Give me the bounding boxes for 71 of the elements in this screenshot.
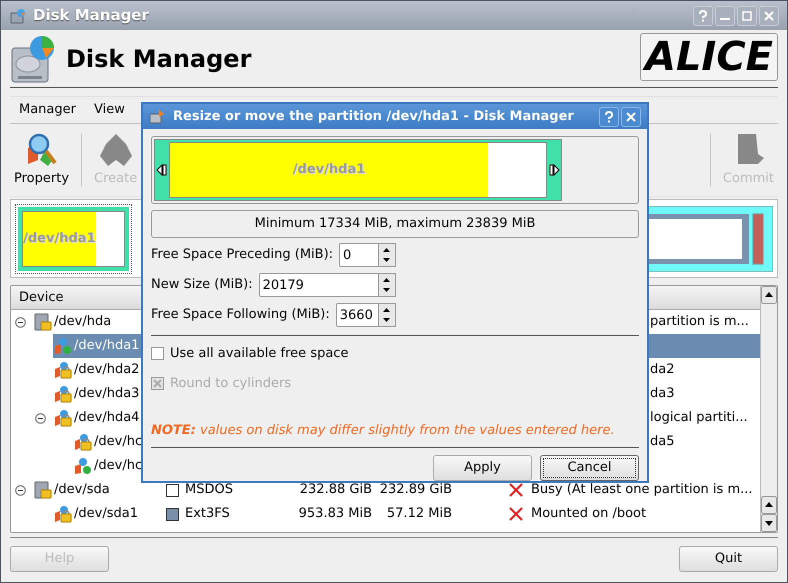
drive-icon	[34, 481, 52, 499]
menu-item[interactable]: View	[92, 100, 126, 119]
device-name[interactable]: /dev/hda4	[74, 408, 140, 428]
close-button[interactable]	[621, 106, 641, 126]
collapse-icon[interactable]	[15, 316, 26, 328]
right-handle-icon[interactable]	[548, 164, 560, 176]
help-button[interactable]	[693, 6, 713, 26]
window-title: Disk Manager	[33, 5, 149, 26]
column-header[interactable]: Device	[11, 288, 72, 308]
cancel-button[interactable]: Cancel	[540, 454, 639, 480]
close-icon	[626, 112, 636, 122]
status-text: Busy (At least one partition is m...	[531, 481, 753, 500]
status-text: da2	[650, 361, 674, 380]
toolbar-button[interactable]: Property	[10, 131, 74, 189]
help-button[interactable]	[599, 106, 619, 126]
disk-icon	[149, 108, 165, 124]
size-text: 232.88 GiB	[298, 481, 372, 500]
status-text: logical partiti...	[650, 409, 748, 428]
spin-arrows[interactable]	[379, 303, 396, 327]
partition-label: /dev/hda1	[23, 230, 96, 248]
close-button[interactable]	[759, 6, 779, 26]
note-text: NOTE: values on disk may differ slightly from the values entered here.	[151, 422, 616, 440]
disk-icon	[9, 6, 27, 24]
spin-arrows[interactable]	[379, 243, 396, 267]
collapse-icon[interactable]	[35, 412, 46, 424]
minimize-icon	[720, 18, 730, 20]
alice-logo: ALICE	[640, 32, 778, 80]
status-text: da5	[650, 433, 674, 452]
device-name[interactable]: /dev/hda2	[74, 360, 140, 380]
field-label: Free Space Preceding (MiB):	[151, 246, 334, 264]
close-icon	[764, 10, 774, 20]
size-text: 953.83 MiB	[298, 505, 372, 524]
collapse-icon[interactable]	[15, 484, 26, 496]
device-name[interactable]: /dev/hda3	[74, 384, 140, 404]
status-text: Mounted on /boot	[531, 505, 646, 524]
device-name[interactable]: /dev/hc	[94, 456, 142, 476]
minimize-button[interactable]	[715, 6, 735, 26]
number-input[interactable]: 20179	[258, 273, 379, 297]
status-text: partition is m...	[650, 313, 749, 332]
scroll-bar[interactable]	[760, 286, 777, 532]
menu-item[interactable]: Manager	[18, 100, 77, 119]
checkbox[interactable]	[151, 347, 164, 360]
status-text: da3	[650, 385, 674, 404]
left-handle-icon[interactable]	[156, 164, 168, 176]
number-input[interactable]: 0	[339, 243, 379, 267]
app-title: Disk Manager	[66, 44, 252, 74]
question-mark-icon	[698, 10, 708, 22]
free-space-block	[96, 212, 124, 266]
maximize-icon	[742, 10, 752, 20]
question-mark-icon	[604, 110, 614, 122]
device-name[interactable]: /dev/sda	[54, 480, 110, 500]
size-limits: Minimum 17334 MiB, maximum 23839 MiB	[151, 210, 639, 238]
used-text: 57.12 MiB	[386, 505, 452, 524]
device-name[interactable]: /dev/sda1	[74, 504, 138, 524]
maximize-button[interactable]	[737, 6, 757, 26]
number-input[interactable]: 3660	[336, 303, 379, 327]
used-text: 232.89 GiB	[378, 481, 452, 500]
checkbox-label[interactable]: Use all available free space	[170, 344, 348, 364]
field-label: Free Space Following (MiB):	[151, 306, 330, 324]
quit-button[interactable]: Quit	[679, 546, 778, 572]
spin-arrows[interactable]	[379, 273, 396, 297]
device-name[interactable]: /dev/hc	[94, 432, 142, 452]
shape-icon	[98, 132, 134, 168]
field-label: New Size (MiB):	[151, 276, 253, 294]
device-name[interactable]: /dev/hda	[54, 312, 112, 332]
partition-label: /dev/hda1	[292, 161, 366, 180]
drive-icon	[34, 313, 52, 331]
apply-button[interactable]: Apply	[433, 454, 532, 480]
filesystem-text: MSDOS	[185, 481, 233, 500]
dialog-title: Resize or move the partition /dev/hda1 - Disk Manager	[173, 108, 574, 126]
filesystem-text: Ext3FS	[185, 505, 230, 524]
